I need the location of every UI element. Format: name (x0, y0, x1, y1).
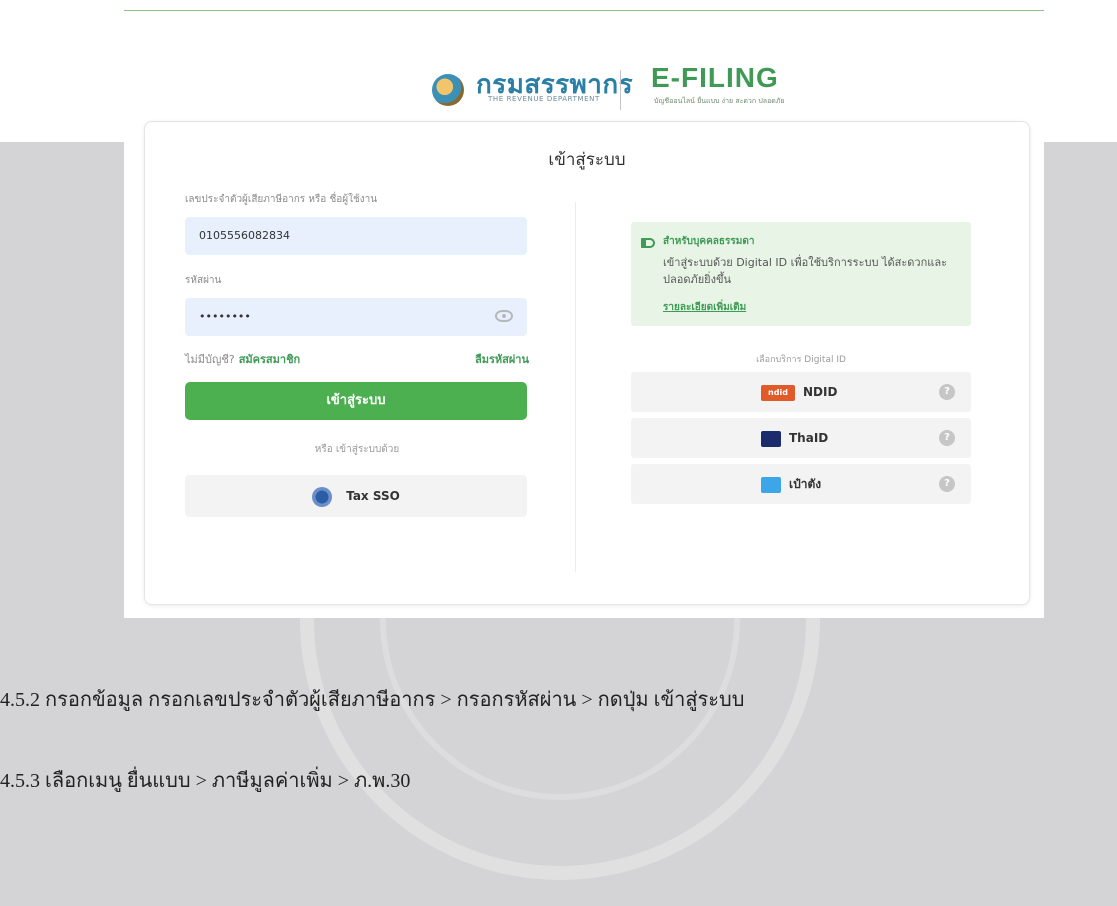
choose-digital-id-text: เลือกบริการ Digital ID (756, 355, 846, 365)
login-button[interactable]: เข้าสู่ระบบ (185, 382, 527, 420)
paotang-label: เป๋าตัง (789, 477, 822, 491)
ndid-logo-icon: ndid (761, 384, 795, 401)
or-login-with-text: หรือ เข้าสู่ระบบด้วย (314, 444, 400, 455)
individual-info-box: สำหรับบุคคลธรรมดา เข้าสู่ระบบด้วย Digita… (631, 222, 971, 326)
login-card: เข้าสู่ระบบ เลขประจำตัวผู้เสียภาษีอากร ห… (144, 121, 1030, 605)
efiling-logo: E-FILING (651, 62, 779, 93)
register-link[interactable]: สมัครสมาชิก (239, 353, 301, 366)
info-title: สำหรับบุคคลธรรมดา (663, 236, 755, 247)
login-title: เข้าสู่ระบบ (548, 150, 626, 170)
ndid-provider-button[interactable]: ndid NDID ? (631, 372, 971, 412)
taxpayer-id-value: 0105556082834 (199, 229, 290, 242)
paotang-provider-button[interactable]: เป๋าตัง ? (631, 464, 971, 504)
column-divider (575, 202, 576, 572)
header-divider (124, 10, 1044, 11)
taxpayer-id-label: เลขประจำตัวผู้เสียภาษีอากร หรือ ชื่อผู้ใ… (185, 194, 378, 205)
step-4-5-3-caption: 4.5.3 เลือกเมนู ยื่นแบบ > ภาษีมูลค่าเพิ่… (0, 770, 411, 792)
more-details-link[interactable]: รายละเอียดเพิ่มเติม (663, 300, 746, 315)
logo-divider (620, 70, 621, 110)
header-logos: กรมสรรพากร THE REVENUE DEPARTMENT E-FILI… (386, 62, 846, 112)
password-label: รหัสผ่าน (185, 275, 222, 286)
megaphone-icon (641, 238, 655, 248)
thaid-label: ThaID (789, 431, 829, 445)
digital-id-panel: สำหรับบุคคลธรรมดา เข้าสู่ระบบด้วย Digita… (631, 222, 971, 504)
efiling-tagline: บัญชีออนไลน์ ยื่นแบบ ง่าย สะดวก ปลอดภัย (654, 97, 785, 105)
department-subtitle: THE REVENUE DEPARTMENT (488, 95, 600, 103)
no-account-prompt: ไม่มีบัญชี? สมัครสมาชิก (185, 350, 300, 368)
taxpayer-id-input[interactable]: 0105556082834 (185, 217, 527, 255)
paotang-logo-icon (761, 476, 781, 493)
ndid-label: NDID (803, 385, 838, 399)
revenue-department-seal-icon (432, 74, 464, 106)
forgot-password-link[interactable]: ลืมรหัสผ่าน (475, 350, 529, 368)
password-value: •••••••• (199, 310, 251, 323)
tax-sso-emblem-icon (312, 486, 333, 507)
password-input[interactable]: •••••••• (185, 298, 527, 336)
thaid-provider-button[interactable]: ThaID ? (631, 418, 971, 458)
tax-sso-button[interactable]: Tax SSO (185, 475, 527, 517)
thaid-logo-icon (761, 430, 781, 447)
show-password-eye-icon[interactable] (495, 310, 513, 322)
tax-sso-label: Tax SSO (346, 489, 400, 503)
paotang-help-icon[interactable]: ? (939, 476, 955, 492)
no-account-text: ไม่มีบัญชี? (185, 353, 235, 366)
account-links: ไม่มีบัญชี? สมัครสมาชิก ลืมรหัสผ่าน (185, 350, 529, 370)
thaid-help-icon[interactable]: ? (939, 430, 955, 446)
efiling-login-screenshot: กรมสรรพากร THE REVENUE DEPARTMENT E-FILI… (124, 0, 1044, 618)
step-4-5-2-caption: 4.5.2 กรอกข้อมูล กรอกเลขประจำตัวผู้เสียภ… (0, 689, 745, 711)
credentials-form: เลขประจำตัวผู้เสียภาษีอากร หรือ ชื่อผู้ใ… (185, 192, 529, 517)
info-body: เข้าสู่ระบบด้วย Digital ID เพื่อใช้บริกา… (663, 256, 947, 286)
ndid-help-icon[interactable]: ? (939, 384, 955, 400)
